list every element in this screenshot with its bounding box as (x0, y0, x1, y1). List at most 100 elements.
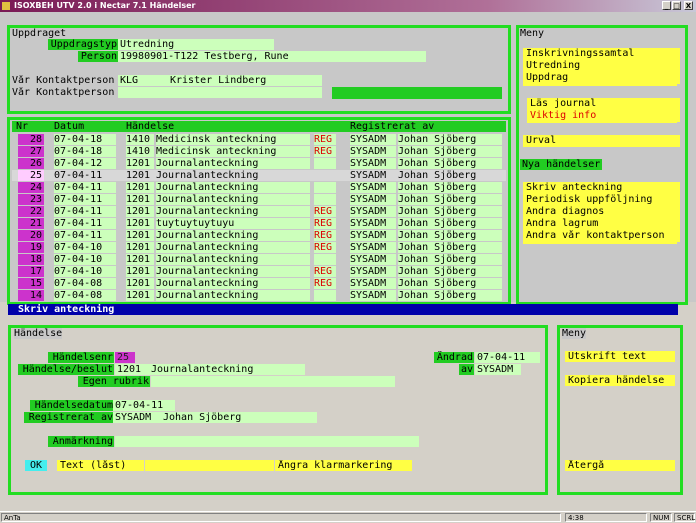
menu-andra-lagrum[interactable]: Ändra lagrum (523, 218, 680, 230)
code-cell: 1201 (126, 266, 154, 277)
datum-cell: 07-04-11 (54, 206, 116, 217)
code-cell: 1201 (126, 182, 154, 193)
user-cell: SYSADM (350, 254, 396, 265)
menu-urval[interactable]: Urval (523, 135, 680, 147)
reg-cell: REG (314, 146, 336, 157)
kopiera-handelse-button[interactable]: Kopiera händelse (565, 375, 675, 386)
atergå-button[interactable]: Återgå (565, 460, 675, 471)
datum-cell: 07-04-18 (54, 146, 116, 157)
user-cell: SYSADM (350, 242, 396, 253)
code-cell: 1410 (126, 134, 154, 145)
table-row[interactable]: 15 07-04-08 1201 Journalanteckning REG SYSADM… (12, 278, 506, 289)
menu-viktig-info[interactable]: Viktig info (527, 110, 680, 122)
window-title: ISOXBEH UTV 2.0 i Nectar 7.1 Händelser (14, 1, 196, 10)
name-cell: Johan Sjöberg (398, 146, 502, 157)
nr-cell: 20 (18, 230, 44, 241)
handelsenr-field[interactable]: 25 (115, 352, 135, 363)
blank-yellow-button[interactable] (145, 460, 274, 471)
table-row[interactable]: 27 07-04-18 1410 Medicinsk anteckning REG SYS… (12, 146, 506, 157)
table-row[interactable]: 21 07-04-11 1201 tuytuytuytuyu REG SYSADM Joha… (12, 218, 506, 229)
nr-cell: 19 (18, 242, 44, 253)
registrerat-user-field[interactable]: SYSADM (113, 412, 161, 423)
table-row[interactable]: 23 07-04-11 1201 Journalanteckning SYSADM Joh… (12, 194, 506, 205)
app-icon (2, 2, 10, 10)
menu-las-journal[interactable]: Läs journal (527, 98, 680, 110)
menu-periodisk-uppfoljning[interactable]: Periodisk uppföljning (523, 194, 680, 206)
user-cell: SYSADM (350, 194, 396, 205)
user-cell: SYSADM (350, 290, 396, 301)
text-last-button[interactable]: Text (låst) (57, 460, 144, 471)
nr-cell: 27 (18, 146, 44, 157)
menu-andra-kontaktperson[interactable]: Ändra vår kontaktperson (523, 230, 680, 242)
code-cell: 1410 (126, 146, 154, 157)
av-field[interactable]: SYSADM (475, 364, 521, 375)
table-row[interactable]: 24 07-04-11 1201 Journalanteckning SYSADM Joh… (12, 182, 506, 193)
maximize-button[interactable]: □ (672, 1, 681, 10)
beslut-code-field[interactable]: 1201 (115, 364, 149, 375)
andrad-field[interactable]: 07-04-11 (475, 352, 540, 363)
text-cell: Medicinsk anteckning (156, 134, 310, 145)
table-row[interactable]: 14 07-04-08 1201 Journalanteckning SYSADM Joh… (12, 290, 506, 301)
table-row[interactable]: 20 07-04-11 1201 Journalanteckning REG SYSADM… (12, 230, 506, 241)
uppdrag-green-bar (332, 87, 502, 99)
table-row[interactable]: 18 07-04-10 1201 Journalanteckning SYSADM Joh… (12, 254, 506, 265)
nr-cell: 26 (18, 158, 44, 169)
minimize-button[interactable]: _ (662, 1, 671, 10)
table-row[interactable]: 25 07-04-11 1201 Journalanteckning SYSADM Joh… (12, 170, 506, 181)
close-button[interactable]: X (684, 1, 693, 10)
nr-cell: 25 (18, 170, 44, 181)
name-cell: Johan Sjöberg (398, 194, 502, 205)
uppdraget-heading: Uppdraget (12, 28, 67, 39)
status-bar: AnTa 4:38 NUM SCRL (0, 511, 696, 523)
table-row[interactable]: 26 07-04-12 1201 Journalanteckning SYSADM Joh… (12, 158, 506, 169)
table-row[interactable]: 17 07-04-10 1201 Journalanteckning REG SYSADM… (12, 266, 506, 277)
anmarkning-field[interactable] (115, 436, 419, 447)
nr-cell: 28 (18, 134, 44, 145)
nr-cell: 21 (18, 218, 44, 229)
utskrift-text-button[interactable]: Utskrift text (565, 351, 675, 362)
ok-button[interactable]: OK (25, 460, 47, 471)
text-cell: Journalanteckning (156, 158, 310, 169)
menu-skriv-anteckning[interactable]: Skriv anteckning (523, 182, 680, 194)
table-row[interactable]: 19 07-04-10 1201 Journalanteckning REG SYSADM… (12, 242, 506, 253)
table-row[interactable]: 28 07-04-18 1410 Medicinsk anteckning REG SYS… (12, 134, 506, 145)
kontakt1-name[interactable]: Krister Lindberg (168, 75, 322, 86)
datum-cell: 07-04-11 (54, 170, 103, 181)
menu-utredning[interactable]: Utredning (523, 60, 680, 72)
text-cell: Medicinsk anteckning (156, 146, 310, 157)
name-cell: Johan Sjöberg (398, 182, 502, 193)
person-field[interactable]: 19980901-T122 Testberg, Rune (118, 51, 426, 62)
nr-cell: 14 (18, 290, 44, 301)
handelsedatum-field[interactable]: 07-04-11 (113, 400, 175, 411)
reg-cell: REG (314, 278, 336, 289)
datum-cell: 07-04-11 (54, 230, 116, 241)
kontakt1-code[interactable]: KLG (118, 75, 168, 86)
person-id: 19980901-T122 (120, 51, 199, 62)
menu-uppdrag[interactable]: Uppdrag (523, 72, 680, 84)
table-row[interactable]: 22 07-04-11 1201 Journalanteckning REG SYSADM… (12, 206, 506, 217)
anmarkning-label: Anmärkning (48, 436, 114, 447)
name-cell: Johan Sjöberg (398, 242, 502, 253)
nr-cell: 23 (18, 194, 44, 205)
menu-inskrivningssamtal[interactable]: Inskrivningssamtal (523, 48, 680, 60)
user-cell: SYSADM (350, 218, 396, 229)
beslut-text-field[interactable]: Journalanteckning (149, 364, 305, 375)
menu-andra-diagnos[interactable]: Ändra diagnos (523, 206, 680, 218)
status-num: NUM (650, 513, 672, 522)
datum-cell: 07-04-10 (54, 266, 116, 277)
name-cell: Johan Sjöberg (398, 158, 502, 169)
rubrik-field[interactable] (151, 376, 395, 387)
registrerat-name-field[interactable]: Johan Sjöberg (161, 412, 317, 423)
reg-cell: REG (314, 206, 336, 217)
code-cell: 1201 (126, 254, 154, 265)
uppdragstyp-label: Uppdragstyp (48, 39, 118, 50)
angra-klarmarkering-button[interactable]: Ångra klarmarkering (275, 460, 412, 471)
kontakt2-name[interactable] (168, 87, 322, 98)
kontakt2-code[interactable] (118, 87, 168, 98)
code-cell: 1201 (126, 206, 154, 217)
reg-cell (314, 290, 336, 301)
reg-cell: REG (314, 218, 336, 229)
uppdragstyp-field[interactable]: Utredning (118, 39, 274, 50)
datum-cell: 07-04-12 (54, 158, 116, 169)
skriv-anteckning-bar[interactable]: Skriv anteckning (8, 304, 678, 315)
